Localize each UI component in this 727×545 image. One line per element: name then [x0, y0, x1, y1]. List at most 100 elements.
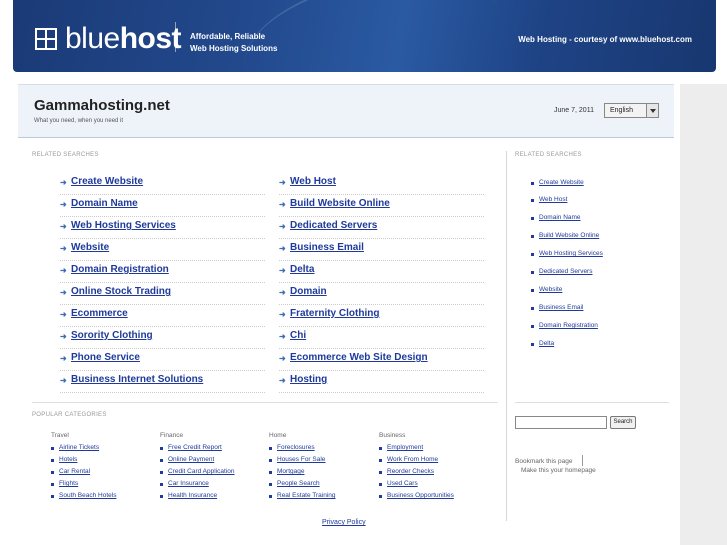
bullet-icon — [531, 199, 534, 202]
arrow-right-icon: ➜ — [279, 178, 286, 187]
related-search-item[interactable]: ➜ Web Host — [279, 173, 484, 195]
bullet-icon — [379, 483, 382, 486]
bullet-icon — [269, 495, 272, 498]
bullet-icon — [51, 447, 54, 450]
bullet-icon — [531, 217, 534, 220]
related-search-item[interactable]: ➜ Website — [60, 239, 265, 261]
tagline-line-2: Web Hosting Solutions — [190, 44, 278, 53]
category-link[interactable]: Houses For Sale — [277, 456, 325, 463]
category-link[interactable]: Online Payment — [168, 456, 214, 463]
chevron-down-icon[interactable] — [646, 104, 658, 117]
search-button[interactable]: Search — [610, 416, 636, 429]
related-search-link[interactable]: Website — [71, 242, 109, 253]
related-search-item[interactable]: ➜ Dedicated Servers — [279, 217, 484, 239]
related-search-link[interactable]: Business Internet Solutions — [71, 374, 203, 385]
category-link[interactable]: Airline Tickets — [59, 444, 99, 451]
sidebar-related-link[interactable]: Web Hosting Services — [539, 250, 603, 257]
related-search-link[interactable]: Domain Name — [71, 198, 138, 209]
related-search-item[interactable]: ➜ Web Hosting Services — [60, 217, 265, 239]
divider — [515, 402, 669, 403]
bookmark-link[interactable]: Bookmark this page — [515, 458, 572, 465]
related-search-item[interactable]: ➜ Business Internet Solutions — [60, 371, 265, 393]
related-search-link[interactable]: Ecommerce — [71, 308, 128, 319]
category-link[interactable]: Hotels — [59, 456, 77, 463]
category-link[interactable]: Used Cars — [387, 480, 418, 487]
category-link[interactable]: Foreclosures — [277, 444, 315, 451]
sidebar-related-link[interactable]: Website — [539, 286, 562, 293]
category-link[interactable]: Credit Card Application — [168, 468, 234, 475]
privacy-policy-link[interactable]: Privacy Policy — [322, 519, 366, 526]
related-search-link[interactable]: Ecommerce Web Site Design — [290, 352, 428, 363]
category-link[interactable]: Free Credit Report — [168, 444, 222, 451]
arrow-right-icon: ➜ — [279, 332, 286, 341]
related-search-link[interactable]: Sorority Clothing — [71, 330, 153, 341]
category-link[interactable]: Flights — [59, 480, 78, 487]
bullet-icon — [51, 459, 54, 462]
bluehost-logo[interactable]: bluehost — [35, 24, 182, 54]
category-link[interactable]: Car Insurance — [168, 480, 209, 487]
related-search-item[interactable]: ➜ Business Email — [279, 239, 484, 261]
column-divider — [506, 151, 507, 521]
related-search-item[interactable]: ➜ Domain Registration — [60, 261, 265, 283]
related-search-item[interactable]: ➜ Online Stock Trading — [60, 283, 265, 305]
search-input[interactable] — [515, 416, 607, 429]
sidebar-related-link[interactable]: Business Email — [539, 304, 583, 311]
related-search-item[interactable]: ➜ Fraternity Clothing — [279, 305, 484, 327]
category-link[interactable]: South Beach Hotels — [59, 492, 116, 499]
related-search-item[interactable]: ➜ Hosting — [279, 371, 484, 393]
related-search-item[interactable]: ➜ Create Website — [60, 173, 265, 195]
related-search-item[interactable]: ➜ Ecommerce Web Site Design — [279, 349, 484, 371]
related-search-link[interactable]: Domain Registration — [71, 264, 169, 275]
related-search-link[interactable]: Build Website Online — [290, 198, 390, 209]
category-link[interactable]: Business Opportunities — [387, 492, 454, 499]
category-link[interactable]: Employment — [387, 444, 423, 451]
sidebar-related-link[interactable]: Build Website Online — [539, 232, 599, 239]
sidebar-related-link[interactable]: Create Website — [539, 179, 584, 186]
related-searches-label: RELATED SEARCHES — [32, 152, 99, 158]
category-link[interactable]: People Search — [277, 480, 320, 487]
related-search-item[interactable]: ➜ Sorority Clothing — [60, 327, 265, 349]
related-search-link[interactable]: Online Stock Trading — [71, 286, 171, 297]
sidebar-related-link[interactable]: Domain Name — [539, 214, 581, 221]
related-search-link[interactable]: Create Website — [71, 176, 143, 187]
category-link[interactable]: Work From Home — [387, 456, 438, 463]
related-search-item[interactable]: ➜ Domain — [279, 283, 484, 305]
main-panel: Gammahosting.net What you need, when you… — [18, 84, 674, 545]
sidebar-related-link[interactable]: Web Host — [539, 196, 567, 203]
related-search-link[interactable]: Fraternity Clothing — [290, 308, 379, 319]
arrow-right-icon: ➜ — [279, 244, 286, 253]
category-link[interactable]: Real Estate Training — [277, 492, 336, 499]
homepage-link[interactable]: Make this your homepage — [521, 467, 596, 474]
bluehost-grid-icon — [35, 28, 57, 50]
related-search-item[interactable]: ➜ Build Website Online — [279, 195, 484, 217]
related-search-link[interactable]: Hosting — [290, 374, 327, 385]
related-search-link[interactable]: Domain — [290, 286, 327, 297]
related-search-link[interactable]: Chi — [290, 330, 306, 341]
category-link[interactable]: Car Rental — [59, 468, 90, 475]
related-search-item[interactable]: ➜ Domain Name — [60, 195, 265, 217]
category-link[interactable]: Reorder Checks — [387, 468, 434, 475]
page-side-strip — [680, 84, 727, 545]
related-search-link[interactable]: Web Hosting Services — [71, 220, 176, 231]
related-search-link[interactable]: Web Host — [290, 176, 336, 187]
sidebar-related-link[interactable]: Delta — [539, 340, 554, 347]
bullet-icon — [160, 483, 163, 486]
related-search-item[interactable]: ➜ Ecommerce — [60, 305, 265, 327]
arrow-right-icon: ➜ — [279, 222, 286, 231]
category-link[interactable]: Mortgage — [277, 468, 304, 475]
related-search-link[interactable]: Business Email — [290, 242, 364, 253]
related-search-item[interactable]: ➜ Delta — [279, 261, 484, 283]
related-search-link[interactable]: Delta — [290, 264, 314, 275]
banner-courtesy-text[interactable]: Web Hosting - courtesy of www.bluehost.c… — [518, 35, 692, 44]
bullet-icon — [51, 471, 54, 474]
category-link[interactable]: Health Insurance — [168, 492, 217, 499]
bluehost-banner[interactable]: bluehost Affordable, Reliable Web Hostin… — [13, 0, 716, 72]
related-search-item[interactable]: ➜ Phone Service — [60, 349, 265, 371]
related-search-link[interactable]: Phone Service — [71, 352, 140, 363]
language-select[interactable]: English — [604, 103, 659, 118]
sidebar-related-link[interactable]: Dedicated Servers — [539, 268, 592, 275]
related-search-item[interactable]: ➜ Chi — [279, 327, 484, 349]
related-search-link[interactable]: Dedicated Servers — [290, 220, 377, 231]
sidebar-related-link[interactable]: Domain Registration — [539, 322, 598, 329]
bullet-icon — [531, 271, 534, 274]
